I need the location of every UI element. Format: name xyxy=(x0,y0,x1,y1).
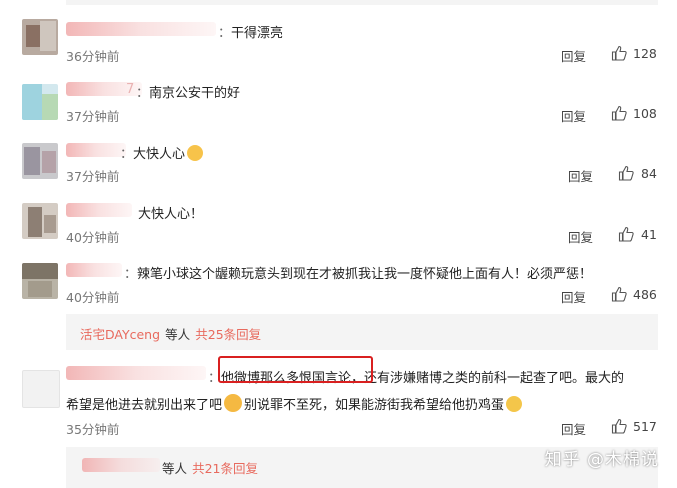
thumbs-up-icon[interactable] xyxy=(618,226,634,242)
comment-text: ：南京公安干的好 xyxy=(136,86,241,101)
username[interactable] xyxy=(66,143,126,157)
like-count: 486 xyxy=(633,287,657,302)
username[interactable] xyxy=(66,263,122,277)
reply-button[interactable]: 回复 xyxy=(561,46,586,65)
comment-text: ：干得漂亮 xyxy=(218,26,284,41)
sub-reply-count-link[interactable]: 共21条回复 xyxy=(192,461,258,476)
like-count: 41 xyxy=(641,227,657,242)
avatar[interactable] xyxy=(22,84,58,120)
comment-text: ：大快人心 xyxy=(120,143,204,162)
highlight-annotation-box xyxy=(218,356,373,383)
thumbs-up-emoji-icon xyxy=(187,145,204,161)
thumbs-up-icon[interactable] xyxy=(611,286,627,302)
username[interactable] xyxy=(66,203,132,217)
emoji-icon xyxy=(224,394,243,412)
like-count: 128 xyxy=(633,46,657,61)
comment-time: 40分钟前 xyxy=(66,290,120,305)
thumbs-up-icon[interactable] xyxy=(611,418,627,434)
comment-time: 37分钟前 xyxy=(66,169,120,184)
reply-button[interactable]: 回复 xyxy=(561,287,586,306)
username-fragment: 7 xyxy=(126,82,135,97)
comment-time: 36分钟前 xyxy=(66,49,120,64)
avatar[interactable] xyxy=(22,203,58,239)
reply-button[interactable]: 回复 xyxy=(561,106,586,125)
thumbs-up-icon[interactable] xyxy=(611,105,627,121)
sub-reply-user-link[interactable] xyxy=(82,458,160,472)
watermark: 知乎 @木棉说 xyxy=(544,450,659,470)
top-reply-box-fragment xyxy=(66,0,658,5)
sub-reply-count-link[interactable]: 共25条回复 xyxy=(195,327,261,342)
avatar[interactable] xyxy=(22,263,58,299)
shrug-emoji-icon xyxy=(506,396,523,412)
comment-time: 35分钟前 xyxy=(66,422,120,437)
like-count: 84 xyxy=(641,166,657,181)
sub-reply-box[interactable]: 活宅DAYceng 等人 共25条回复 xyxy=(66,314,658,350)
comment-text-line2: 希望是他进去就别出来了吧 别说罪不至死，如果能游街我希望给他扔鸡蛋 xyxy=(66,394,523,413)
thumbs-up-icon[interactable] xyxy=(611,45,627,61)
like-count: 517 xyxy=(633,419,657,434)
reply-button[interactable]: 回复 xyxy=(568,227,593,246)
reply-button[interactable]: 回复 xyxy=(561,419,586,438)
avatar[interactable] xyxy=(22,143,58,179)
avatar[interactable] xyxy=(22,370,60,408)
sub-reply-suffix: 等人 xyxy=(165,327,191,342)
username[interactable] xyxy=(66,22,216,36)
comment-time: 37分钟前 xyxy=(66,109,120,124)
reply-button[interactable]: 回复 xyxy=(568,166,593,185)
comment-text: 大快人心！ xyxy=(138,207,204,222)
sub-reply-user-link[interactable]: 活宅DAYceng xyxy=(80,327,160,342)
thumbs-up-icon[interactable] xyxy=(618,165,634,181)
like-count: 108 xyxy=(633,106,657,121)
comment-text: ：辣笔小球这个龌赖玩意头到现在才被抓我让我一度怀疑他上面有人！必须严惩！ xyxy=(124,267,593,282)
sub-reply-suffix: 等人 xyxy=(162,461,188,476)
username[interactable] xyxy=(66,366,206,380)
comment-time: 40分钟前 xyxy=(66,230,120,245)
avatar[interactable] xyxy=(22,19,58,55)
